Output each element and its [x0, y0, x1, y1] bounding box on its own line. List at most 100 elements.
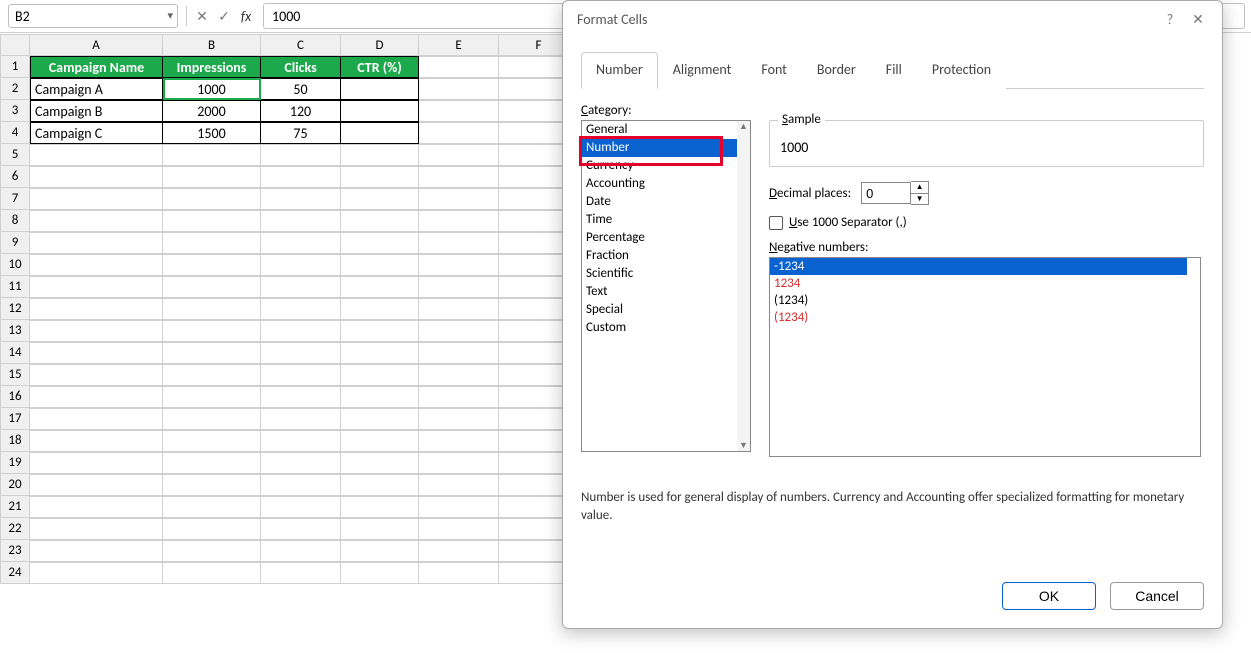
- col-header[interactable]: B: [163, 34, 261, 56]
- help-icon[interactable]: ?: [1156, 11, 1184, 28]
- cell[interactable]: [163, 320, 261, 342]
- cell[interactable]: [261, 298, 341, 320]
- ok-button[interactable]: OK: [1002, 582, 1096, 610]
- cell[interactable]: [261, 210, 341, 232]
- cell[interactable]: [341, 232, 419, 254]
- cell[interactable]: [163, 232, 261, 254]
- cell[interactable]: [163, 364, 261, 386]
- dialog-titlebar[interactable]: Format Cells ? ✕: [563, 1, 1222, 37]
- col-header[interactable]: D: [341, 34, 419, 56]
- cell[interactable]: Campaign C: [30, 122, 163, 144]
- cell[interactable]: [30, 254, 163, 276]
- cell[interactable]: [419, 430, 499, 452]
- cell[interactable]: [341, 144, 419, 166]
- cell[interactable]: [163, 540, 261, 562]
- cell[interactable]: [30, 386, 163, 408]
- cell[interactable]: [261, 188, 341, 210]
- cell[interactable]: [30, 474, 163, 496]
- cell[interactable]: [341, 386, 419, 408]
- tab-alignment[interactable]: Alignment: [658, 52, 747, 89]
- cell[interactable]: [341, 562, 419, 584]
- category-item-fraction[interactable]: Fraction: [582, 247, 737, 265]
- cell[interactable]: [261, 562, 341, 584]
- cell[interactable]: [261, 408, 341, 430]
- scroll-up-icon[interactable]: ▲: [739, 121, 748, 132]
- row-header[interactable]: 9: [0, 232, 30, 254]
- cell[interactable]: [261, 320, 341, 342]
- cell[interactable]: [30, 188, 163, 210]
- category-item-time[interactable]: Time: [582, 211, 737, 229]
- cell[interactable]: [341, 474, 419, 496]
- cell[interactable]: Campaign A: [30, 78, 163, 100]
- row-header[interactable]: 20: [0, 474, 30, 496]
- row-header[interactable]: 3: [0, 100, 30, 122]
- category-item-special[interactable]: Special: [582, 301, 737, 319]
- scroll-down-icon[interactable]: ▼: [739, 440, 748, 451]
- negative-option[interactable]: (1234): [770, 292, 1187, 309]
- row-header[interactable]: 4: [0, 122, 30, 144]
- select-all-corner[interactable]: [0, 34, 30, 56]
- cell[interactable]: [261, 540, 341, 562]
- cell[interactable]: [261, 430, 341, 452]
- cell[interactable]: [261, 276, 341, 298]
- col-header[interactable]: E: [419, 34, 499, 56]
- cell[interactable]: [163, 166, 261, 188]
- cell[interactable]: [419, 452, 499, 474]
- cell[interactable]: [341, 298, 419, 320]
- col-header[interactable]: C: [261, 34, 341, 56]
- spinner-up-icon[interactable]: ▲: [911, 182, 928, 194]
- category-item-currency[interactable]: Currency: [582, 157, 737, 175]
- category-item-date[interactable]: Date: [582, 193, 737, 211]
- category-item-accounting[interactable]: Accounting: [582, 175, 737, 193]
- cell[interactable]: [419, 210, 499, 232]
- cell[interactable]: [419, 540, 499, 562]
- cell[interactable]: [30, 518, 163, 540]
- category-item-text[interactable]: Text: [582, 283, 737, 301]
- cell[interactable]: [341, 364, 419, 386]
- cell[interactable]: [30, 210, 163, 232]
- cell[interactable]: 2000: [163, 100, 261, 122]
- cell[interactable]: [341, 122, 419, 144]
- accept-entry-icon[interactable]: ✓: [213, 5, 235, 27]
- use-separator-checkbox[interactable]: [769, 216, 783, 230]
- cell[interactable]: [419, 518, 499, 540]
- cell[interactable]: [261, 452, 341, 474]
- cell[interactable]: [30, 232, 163, 254]
- category-item-number[interactable]: Number: [582, 139, 737, 157]
- row-header[interactable]: 22: [0, 518, 30, 540]
- cell[interactable]: 1500: [163, 122, 261, 144]
- cell[interactable]: [419, 78, 499, 100]
- decimal-places-spinner[interactable]: ▲ ▼: [861, 181, 929, 205]
- cell[interactable]: [419, 320, 499, 342]
- cell[interactable]: [30, 342, 163, 364]
- table-header[interactable]: CTR (%): [341, 56, 419, 78]
- cell[interactable]: [261, 144, 341, 166]
- table-header[interactable]: Impressions: [163, 56, 261, 78]
- tab-protection[interactable]: Protection: [917, 52, 1006, 89]
- cell[interactable]: [341, 430, 419, 452]
- cell[interactable]: [163, 276, 261, 298]
- cell[interactable]: [341, 408, 419, 430]
- cell[interactable]: [261, 496, 341, 518]
- cell[interactable]: [341, 210, 419, 232]
- row-header[interactable]: 24: [0, 562, 30, 584]
- cell[interactable]: Campaign B: [30, 100, 163, 122]
- cell[interactable]: [30, 166, 163, 188]
- category-listbox[interactable]: General Number Currency Accounting Date …: [581, 120, 751, 452]
- col-header[interactable]: A: [30, 34, 163, 56]
- cell[interactable]: [341, 342, 419, 364]
- table-header[interactable]: Campaign Name: [30, 56, 163, 78]
- row-header[interactable]: 10: [0, 254, 30, 276]
- row-header[interactable]: 13: [0, 320, 30, 342]
- cell[interactable]: [30, 562, 163, 584]
- cell[interactable]: 50: [261, 78, 341, 100]
- negative-numbers-listbox[interactable]: -1234 1234 (1234) (1234) ▲ ▼: [769, 257, 1201, 457]
- cell[interactable]: [419, 144, 499, 166]
- cancel-entry-icon[interactable]: ✕: [191, 5, 213, 27]
- decimal-places-input[interactable]: [861, 182, 911, 204]
- negative-option[interactable]: (1234): [770, 309, 1187, 326]
- row-header[interactable]: 7: [0, 188, 30, 210]
- cell[interactable]: [341, 518, 419, 540]
- row-header[interactable]: 8: [0, 210, 30, 232]
- row-header[interactable]: 2: [0, 78, 30, 100]
